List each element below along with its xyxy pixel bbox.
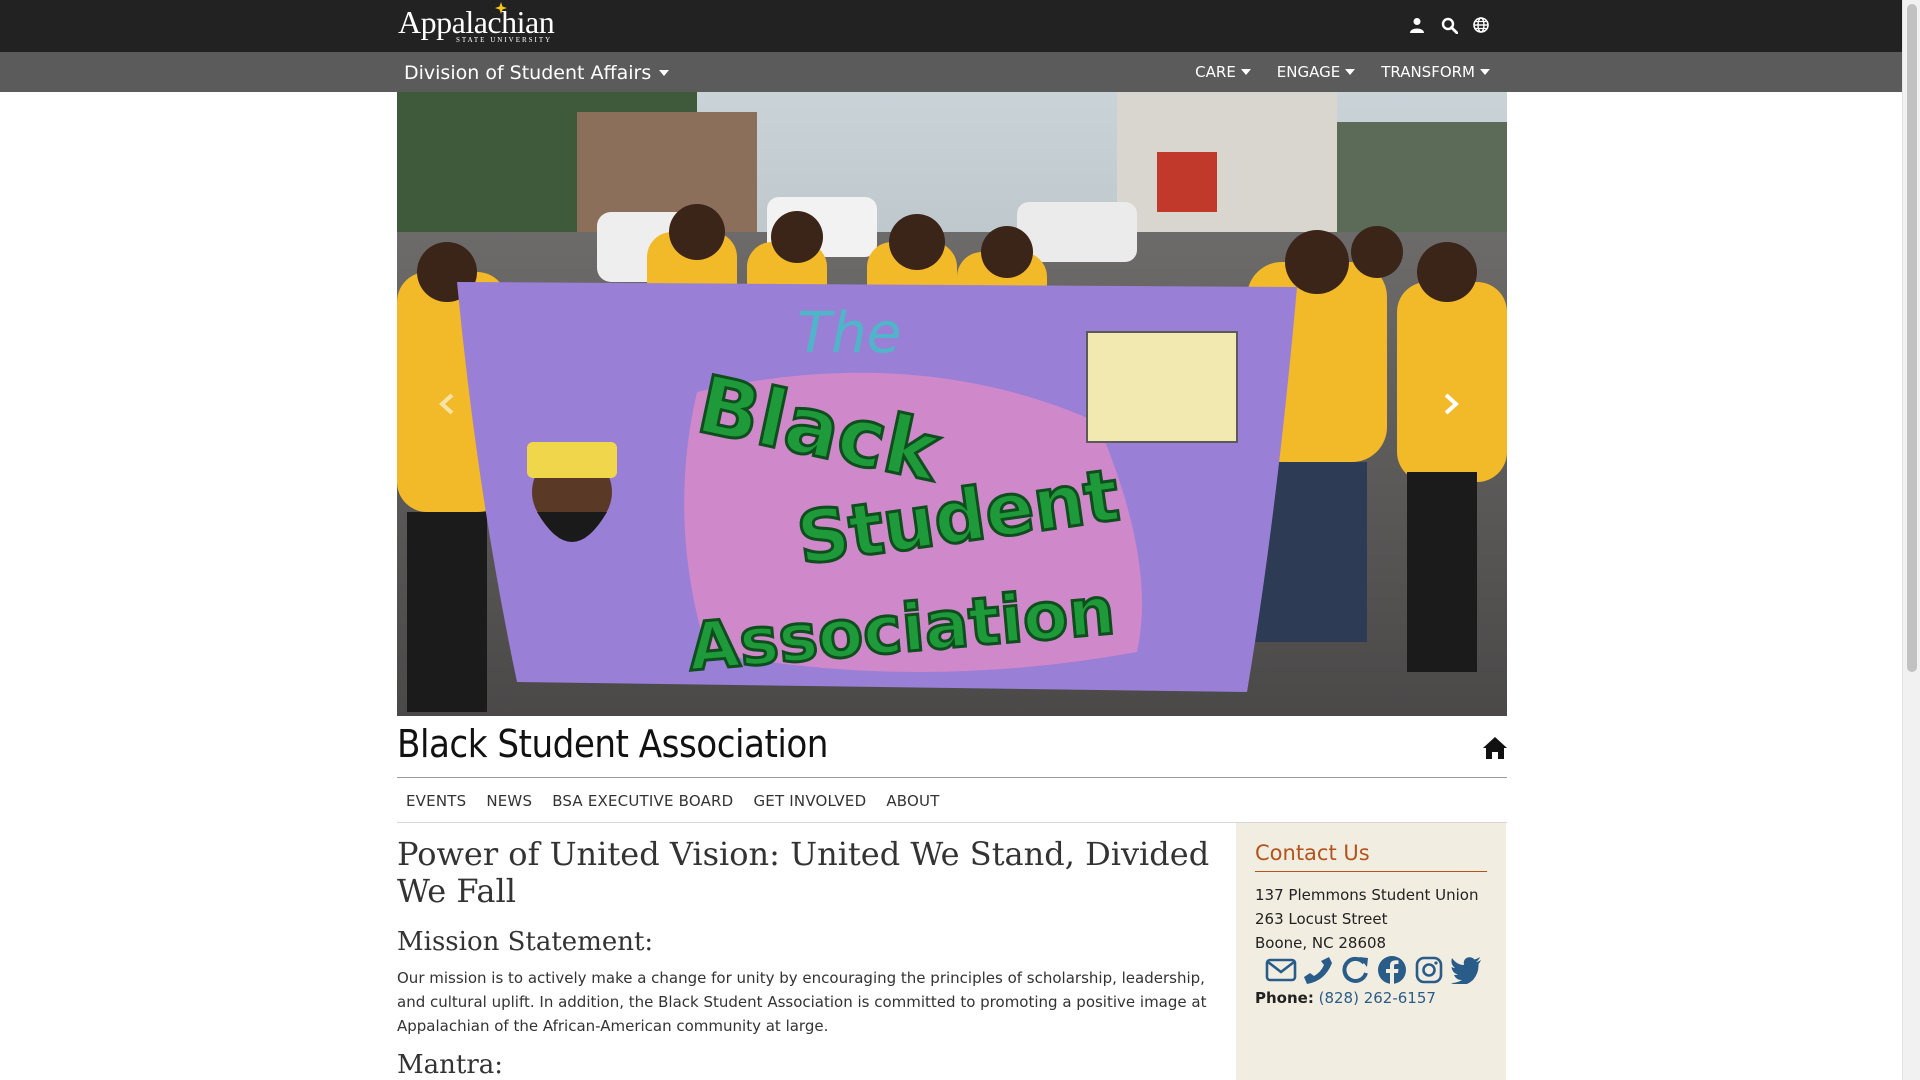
- address-line1: 137 Plemmons Student Union: [1255, 886, 1479, 904]
- globe-icon[interactable]: [1472, 14, 1490, 36]
- twitter-icon[interactable]: [1449, 953, 1482, 986]
- site-title[interactable]: Black Student Association: [397, 722, 828, 766]
- refresh-icon[interactable]: [1338, 953, 1371, 986]
- chevron-down-icon: [1480, 69, 1490, 75]
- nav-about[interactable]: ABOUT: [876, 792, 949, 810]
- division-label: Division of Student Affairs: [404, 62, 652, 84]
- carousel-next-button[interactable]: [1431, 384, 1471, 424]
- menu-engage-label: ENGAGE: [1276, 63, 1341, 81]
- chevron-down-icon: [659, 70, 670, 76]
- hero-carousel: The Black Student Association: [397, 92, 1507, 716]
- facebook-icon[interactable]: [1375, 953, 1408, 986]
- division-nav: Division of Student Affairs CARE ENGAGE …: [0, 52, 1902, 92]
- division-dropdown[interactable]: Division of Student Affairs: [404, 62, 670, 84]
- menu-care-label: CARE: [1195, 63, 1236, 81]
- carousel-prev-button[interactable]: [427, 384, 467, 424]
- phone-label: Phone:: [1255, 989, 1314, 1007]
- contact-address: 137 Plemmons Student Union 263 Locust St…: [1255, 883, 1478, 955]
- nav-news[interactable]: NEWS: [476, 792, 542, 810]
- nav-executive-board[interactable]: BSA EXECUTIVE BOARD: [542, 792, 743, 810]
- address-line2: 263 Locust Street: [1255, 910, 1388, 928]
- contact-sidebar: Contact Us 137 Plemmons Student Union 26…: [1236, 823, 1506, 1080]
- nav-get-involved[interactable]: GET INVOLVED: [743, 792, 876, 810]
- menu-transform[interactable]: TRANSFORM: [1381, 63, 1490, 81]
- appalachian-logo[interactable]: Appalachian STATE UNIVERSITY: [398, 2, 555, 44]
- phone-icon[interactable]: [1301, 953, 1334, 986]
- site-nav: EVENTS NEWS BSA EXECUTIVE BOARD GET INVO…: [397, 778, 1507, 823]
- menu-engage[interactable]: ENGAGE: [1276, 63, 1356, 81]
- page-heading: Power of United Vision: United We Stand,…: [397, 835, 1210, 910]
- logo-text: Appalachian: [398, 4, 555, 40]
- mantra-heading: Mantra:: [397, 1050, 504, 1080]
- page-scrollbar[interactable]: [1902, 0, 1920, 1080]
- contact-divider: [1255, 871, 1487, 872]
- home-icon[interactable]: [1482, 736, 1508, 760]
- menu-care[interactable]: CARE: [1195, 63, 1251, 81]
- top-bar: Appalachian STATE UNIVERSITY: [0, 0, 1902, 52]
- mission-text: Our mission is to actively make a change…: [397, 969, 1207, 1035]
- scrollbar-thumb[interactable]: [1907, 4, 1917, 672]
- phone-link[interactable]: (828) 262-6157: [1319, 989, 1436, 1007]
- social-links: [1264, 953, 1482, 986]
- main-content: Power of United Vision: United We Stand,…: [397, 836, 1217, 1080]
- envelope-icon[interactable]: [1264, 953, 1297, 986]
- user-icon[interactable]: [1408, 14, 1426, 36]
- contact-phone: Phone: (828) 262-6157: [1255, 989, 1436, 1007]
- menu-transform-label: TRANSFORM: [1381, 63, 1475, 81]
- chevron-down-icon: [1240, 69, 1251, 75]
- mission-heading: Mission Statement:: [397, 927, 654, 957]
- chevron-down-icon: [1345, 69, 1356, 75]
- address-line3: Boone, NC 28608: [1255, 934, 1387, 952]
- logo-star-icon: [495, 2, 507, 14]
- hero-photo: The Black Student Association: [397, 92, 1507, 716]
- contact-title: Contact Us: [1255, 841, 1370, 865]
- banner-text-the: The: [797, 301, 901, 366]
- instagram-icon[interactable]: [1412, 953, 1445, 986]
- search-icon[interactable]: [1440, 14, 1458, 36]
- nav-events[interactable]: EVENTS: [397, 792, 476, 810]
